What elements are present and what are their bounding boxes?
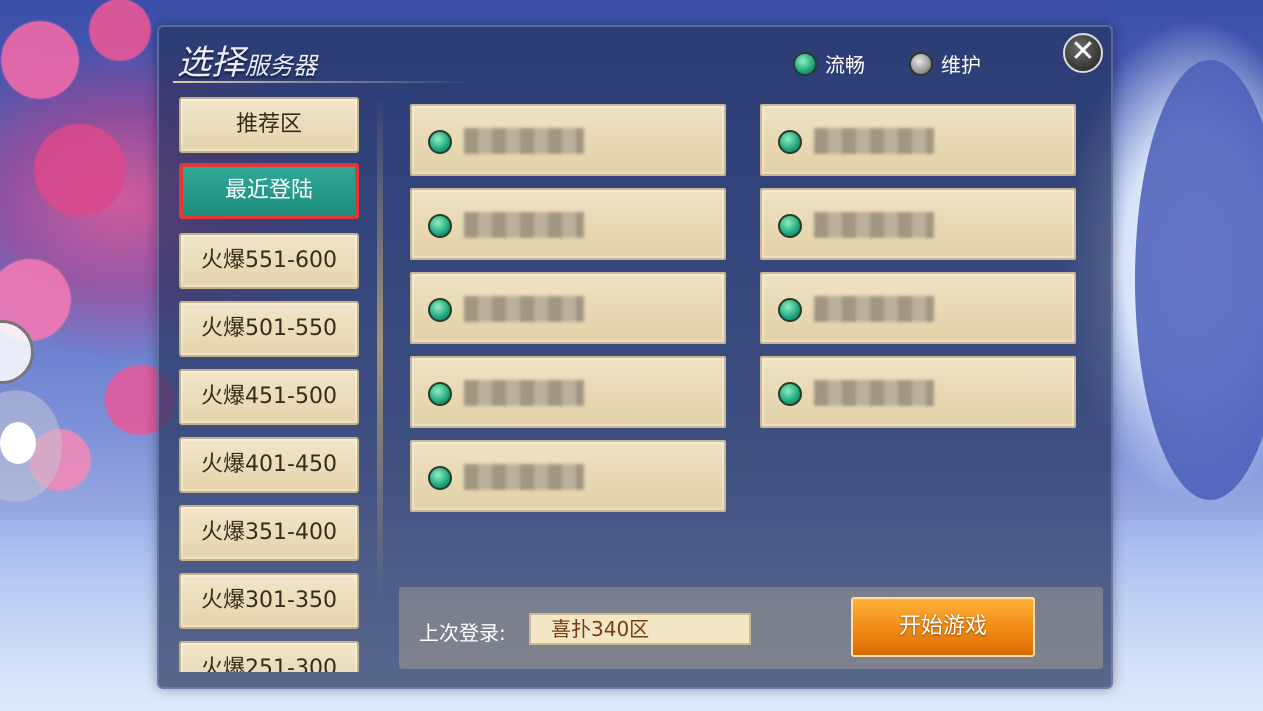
status-gray-icon <box>909 51 933 76</box>
server-name-obscured <box>464 464 584 490</box>
title-underline <box>173 81 473 83</box>
status-green-icon <box>793 51 817 76</box>
server-name-obscured <box>464 380 584 406</box>
zone-item-501-550[interactable]: 火爆501-550 <box>179 301 359 357</box>
status-green-icon <box>778 298 802 322</box>
legend-smooth: 流畅 <box>793 49 865 78</box>
status-green-icon <box>428 382 452 406</box>
last-login-label: 上次登录: <box>419 621 506 645</box>
title-main: 选择 <box>177 43 245 83</box>
status-green-icon <box>428 214 452 238</box>
zone-item-recommended[interactable]: 推荐区 <box>179 97 359 153</box>
legend-maintenance: 维护 <box>909 49 981 78</box>
zone-item-551-600[interactable]: 火爆551-600 <box>179 233 359 289</box>
server-card[interactable] <box>410 104 726 176</box>
server-name-obscured <box>814 380 934 406</box>
legend-smooth-label: 流畅 <box>825 53 865 77</box>
title-sub: 服务器 <box>245 52 317 80</box>
status-green-icon <box>778 130 802 154</box>
close-icon[interactable]: ✕ <box>1063 33 1103 73</box>
zone-item-451-500[interactable]: 火爆451-500 <box>179 369 359 425</box>
zone-item-251-300[interactable]: 火爆251-300 <box>179 641 359 672</box>
dialog-title: 选择服务器 <box>177 35 317 84</box>
server-select-dialog: 选择服务器 流畅 维护 ✕ 推荐区 最近登陆 火爆551-600 火爆501-5… <box>157 25 1113 689</box>
zone-item-401-450[interactable]: 火爆401-450 <box>179 437 359 493</box>
last-login-bar: 上次登录: 喜扑340区 开始游戏 <box>399 587 1103 669</box>
server-name-obscured <box>814 212 934 238</box>
server-name-obscured <box>814 296 934 322</box>
server-name-obscured <box>464 296 584 322</box>
server-name-obscured <box>464 128 584 154</box>
status-green-icon <box>428 466 452 490</box>
server-card[interactable] <box>410 440 726 512</box>
zone-list[interactable]: 推荐区 最近登陆 火爆551-600 火爆501-550 火爆451-500 火… <box>177 97 361 672</box>
zone-item-301-350[interactable]: 火爆301-350 <box>179 573 359 629</box>
start-game-button[interactable]: 开始游戏 <box>851 597 1035 657</box>
server-card[interactable] <box>760 356 1076 428</box>
server-card[interactable] <box>410 356 726 428</box>
server-name-obscured <box>464 212 584 238</box>
status-green-icon <box>428 130 452 154</box>
server-card[interactable] <box>410 272 726 344</box>
server-card[interactable] <box>760 188 1076 260</box>
legend-maintenance-label: 维护 <box>941 53 981 77</box>
status-green-icon <box>428 298 452 322</box>
zone-item-351-400[interactable]: 火爆351-400 <box>179 505 359 561</box>
zone-item-recent[interactable]: 最近登陆 <box>179 163 359 219</box>
server-name-obscured <box>814 128 934 154</box>
list-divider <box>377 97 383 597</box>
server-card[interactable] <box>760 104 1076 176</box>
background-moon-shadow <box>1135 60 1263 500</box>
status-green-icon <box>778 382 802 406</box>
server-card[interactable] <box>760 272 1076 344</box>
status-green-icon <box>778 214 802 238</box>
server-card[interactable] <box>410 188 726 260</box>
last-login-server[interactable]: 喜扑340区 <box>529 613 751 645</box>
